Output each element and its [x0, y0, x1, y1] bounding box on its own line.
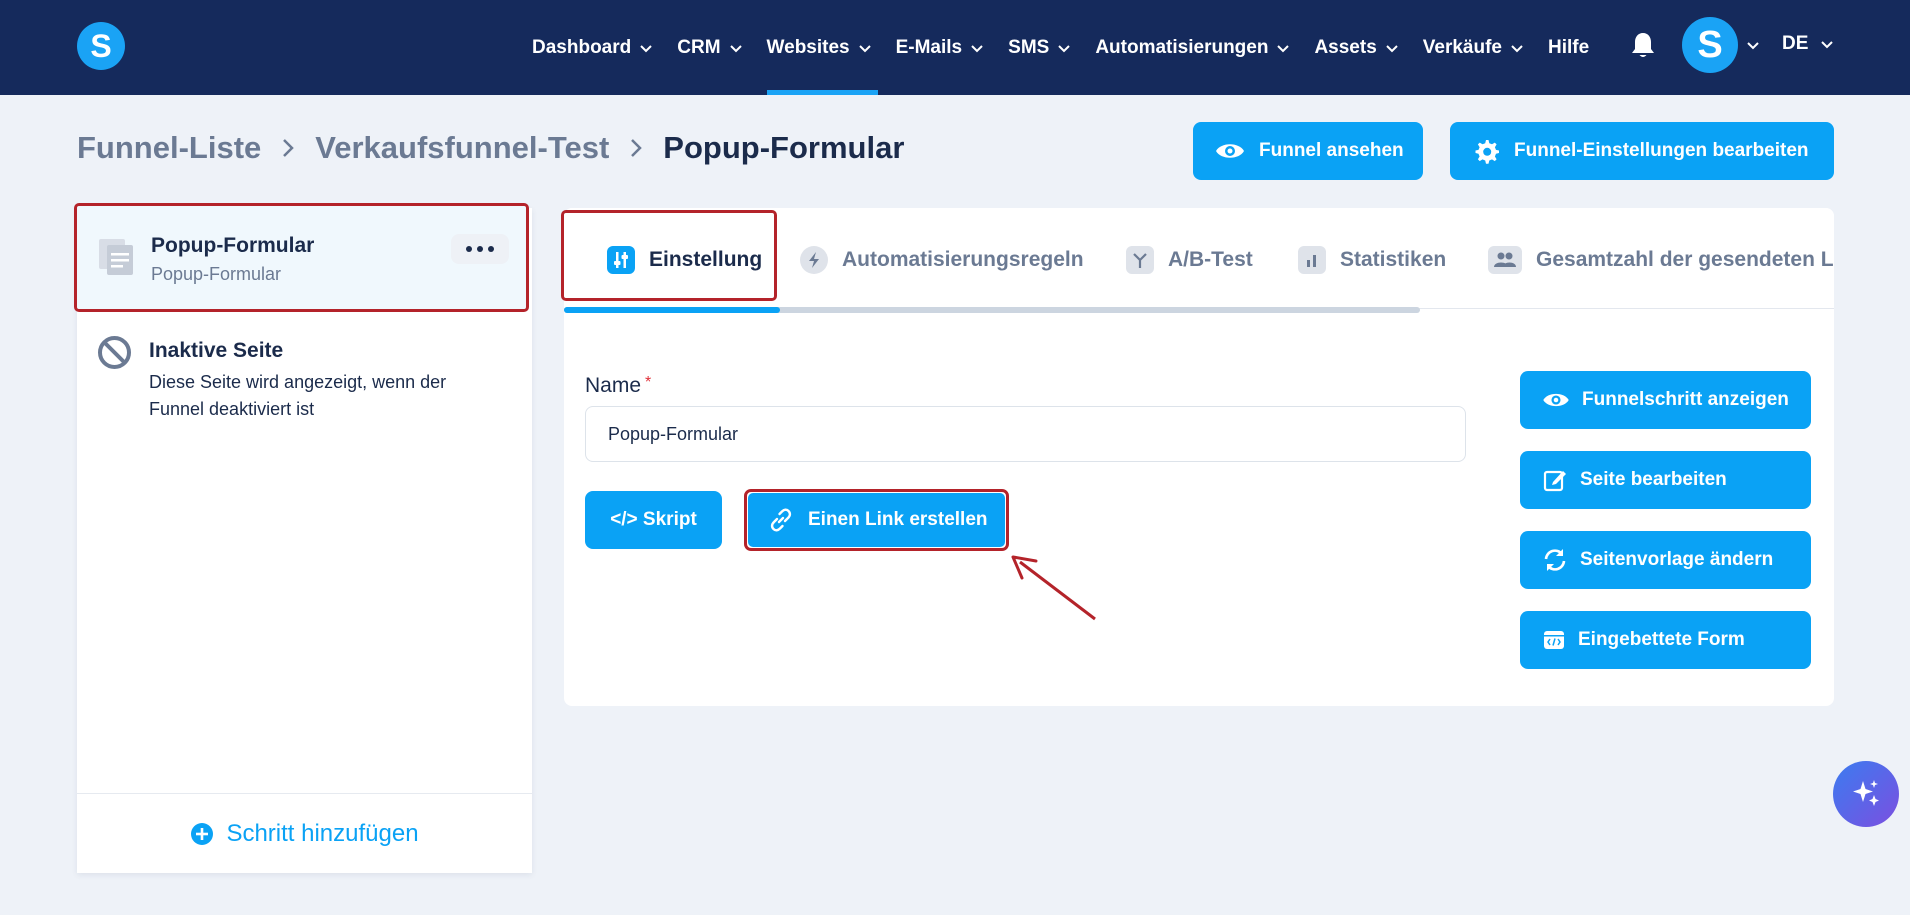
nav-item-websites[interactable]: Websites — [766, 0, 878, 95]
prohibited-icon — [98, 336, 131, 369]
user-avatar[interactable]: S — [1682, 17, 1738, 73]
chevron-down-icon — [1821, 41, 1834, 49]
nav-item-automations[interactable]: Automatisierungen — [1095, 0, 1290, 95]
embedded-form-button[interactable]: Eingebettete Form — [1520, 611, 1811, 669]
chevron-down-icon — [1511, 44, 1523, 52]
users-icon — [1488, 246, 1522, 274]
sliders-icon — [607, 246, 635, 274]
top-navbar: S Dashboard CRM Websites E-Mails SMS Aut… — [0, 0, 1910, 95]
eye-icon — [1543, 393, 1569, 407]
chevron-right-icon — [631, 139, 643, 157]
chevron-down-icon[interactable] — [1746, 38, 1760, 52]
edit-funnel-settings-button[interactable]: Funnel-Einstellungen bearbeiten — [1450, 122, 1834, 180]
eye-icon — [1216, 144, 1244, 158]
breadcrumb-current: Popup-Formular — [663, 130, 905, 165]
name-field-label: Name * — [585, 374, 652, 397]
step-subtitle: Popup-Formular — [151, 264, 282, 284]
tab-automation-rules[interactable]: Automatisierungsregeln — [800, 246, 1084, 274]
nav-item-sales[interactable]: Verkäufe — [1423, 0, 1524, 95]
breadcrumb-funnel-list[interactable]: Funnel-Liste — [77, 130, 261, 166]
chevron-down-icon — [1277, 44, 1290, 52]
code-window-icon — [1544, 631, 1564, 649]
name-input[interactable] — [585, 406, 1466, 462]
app-logo[interactable]: S — [77, 22, 125, 70]
dot — [488, 246, 494, 252]
plus-circle-icon — [191, 822, 214, 845]
breadcrumb-funnel[interactable]: Verkaufsfunnel-Test — [315, 130, 609, 166]
chevron-down-icon — [640, 44, 652, 52]
edit-icon — [1543, 470, 1566, 492]
change-template-button[interactable]: Seitenvorlage ändern — [1520, 531, 1811, 589]
bar-chart-icon — [1298, 246, 1326, 274]
tab-sent-total[interactable]: Gesamtzahl der gesendeten L — [1488, 246, 1834, 274]
main-menu: Dashboard CRM Websites E-Mails SMS Autom… — [532, 0, 1613, 95]
inactive-page-title[interactable]: Inaktive Seite — [149, 339, 283, 363]
inactive-page-description: Diese Seite wird angezeigt, wenn der Fun… — [149, 372, 447, 419]
ai-assistant-button[interactable] — [1833, 761, 1899, 827]
more-options-button[interactable] — [451, 234, 509, 264]
tab-statistics[interactable]: Statistiken — [1298, 246, 1446, 274]
tab-scrollbar-thumb[interactable] — [564, 307, 780, 313]
refresh-icon — [1544, 549, 1566, 571]
funnel-steps-panel: Popup-Formular Popup-Formular Inaktive S… — [74, 203, 532, 873]
chevron-down-icon — [858, 44, 871, 52]
chevron-down-icon — [1386, 44, 1398, 52]
breadcrumb: Funnel-Liste Verkaufsfunnel-Test Popup-F… — [77, 130, 904, 166]
step-item-popup-form[interactable]: Popup-Formular Popup-Formular — [74, 203, 529, 312]
dot — [466, 246, 472, 252]
bell-icon[interactable] — [1630, 31, 1656, 59]
add-step-button[interactable]: Schritt hinzufügen — [77, 793, 532, 873]
bolt-icon — [800, 246, 828, 274]
required-marker: * — [645, 374, 652, 391]
nav-item-emails[interactable]: E-Mails — [896, 0, 985, 95]
chevron-down-icon — [971, 44, 983, 52]
split-icon — [1126, 246, 1154, 274]
link-icon — [770, 508, 792, 532]
nav-item-crm[interactable]: CRM — [677, 0, 742, 95]
document-icon — [99, 239, 133, 275]
view-funnel-button[interactable]: Funnel ansehen — [1193, 122, 1423, 180]
language-selector[interactable]: DE — [1782, 33, 1834, 55]
annotation-arrow — [1011, 555, 1096, 621]
chevron-down-icon — [1058, 44, 1071, 52]
nav-item-help[interactable]: Hilfe — [1548, 0, 1589, 95]
sparkles-icon — [1853, 780, 1879, 806]
show-funnel-step-button[interactable]: Funnelschritt anzeigen — [1520, 371, 1811, 429]
tab-settings[interactable]: Einstellung — [607, 246, 762, 274]
gear-icon — [1475, 140, 1499, 164]
tab-ab-test[interactable]: A/B-Test — [1126, 246, 1253, 274]
nav-item-sms[interactable]: SMS — [1008, 0, 1071, 95]
step-title: Popup-Formular — [151, 234, 315, 257]
create-link-button[interactable]: Einen Link erstellen — [748, 493, 1005, 547]
chevron-down-icon — [729, 44, 742, 52]
nav-item-assets[interactable]: Assets — [1314, 0, 1398, 95]
script-button[interactable]: </> Skript — [585, 491, 722, 549]
nav-item-dashboard[interactable]: Dashboard — [532, 0, 653, 95]
dot — [477, 246, 483, 252]
chevron-right-icon — [283, 139, 295, 157]
edit-page-button[interactable]: Seite bearbeiten — [1520, 451, 1811, 509]
tab-bar: Einstellung Automatisierungsregeln A/B-T… — [561, 208, 1834, 313]
